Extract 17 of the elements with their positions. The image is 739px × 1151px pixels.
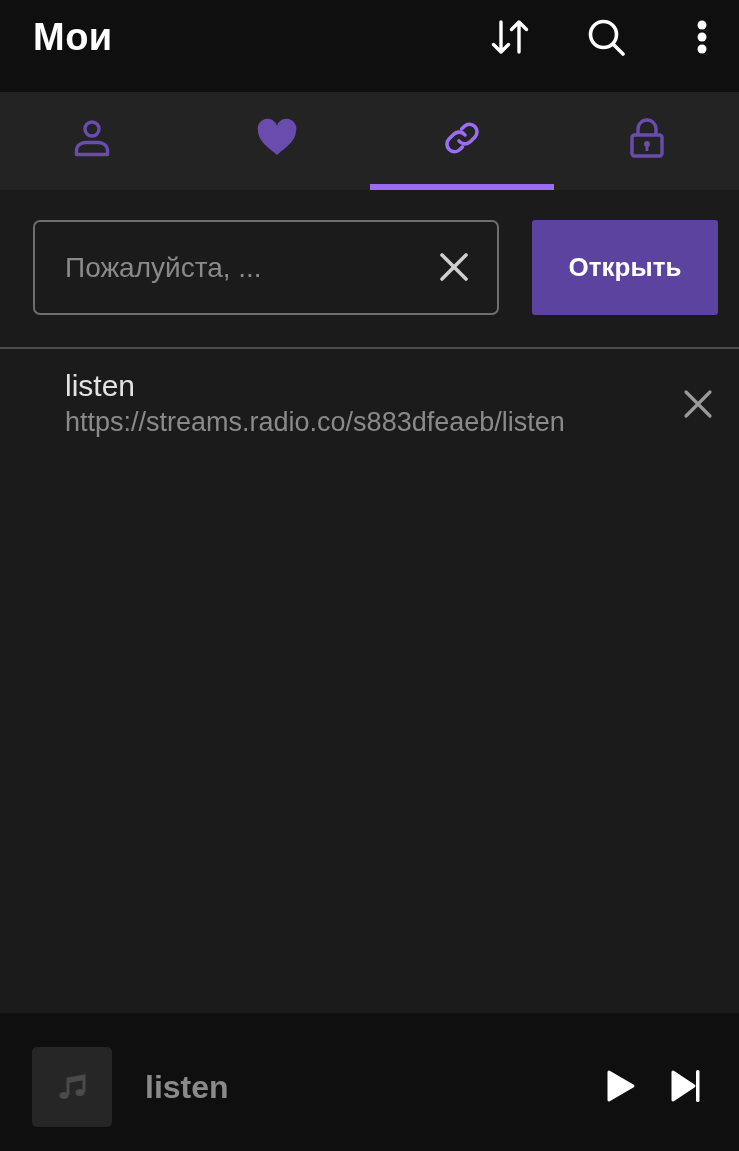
- more-vertical-icon: [697, 20, 707, 54]
- skip-next-icon: [670, 1068, 701, 1103]
- play-icon: [606, 1068, 636, 1103]
- link-url: https://streams.radio.co/s883dfeaeb/listen: [65, 407, 565, 438]
- search-icon: [587, 18, 625, 56]
- page-title: Мои: [33, 15, 113, 59]
- open-button[interactable]: Открыть: [532, 220, 718, 315]
- close-icon: [683, 388, 713, 419]
- heart-icon: [257, 118, 298, 158]
- clear-button[interactable]: [439, 252, 469, 282]
- sort-arrows-icon: [490, 19, 530, 55]
- link-title[interactable]: listen: [65, 369, 136, 403]
- remove-button[interactable]: [683, 388, 713, 419]
- music-note-icon: [57, 1072, 87, 1102]
- url-input-field[interactable]: Пожалуйста, ...: [33, 220, 499, 315]
- close-icon: [439, 252, 469, 282]
- now-playing-title: listen: [145, 1068, 229, 1106]
